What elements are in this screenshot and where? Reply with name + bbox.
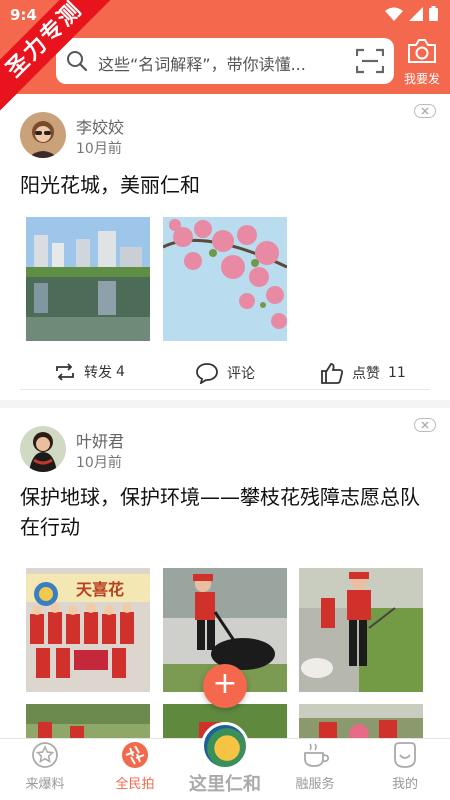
avatar[interactable] (20, 112, 66, 158)
wifi-icon (385, 7, 403, 21)
feed-list[interactable]: 李姣姣 10月前 阳光花城，美丽仁和 转发 4 评论 点赞 11 叶妍君 10月… (0, 94, 450, 738)
coffee-cup-icon (304, 743, 330, 767)
star-badge-icon (32, 742, 58, 768)
post-time: 10月前 (76, 455, 122, 471)
close-icon[interactable] (414, 418, 436, 432)
camera-icon (408, 39, 436, 63)
nav-label: 这里仁和 (189, 774, 261, 795)
thumbs-up-icon (321, 363, 344, 384)
battery-icon (429, 6, 438, 21)
like-button[interactable]: 点赞 11 (320, 362, 406, 384)
nav-item-snapshot[interactable]: 全民拍 (90, 739, 180, 800)
nav-item-mine[interactable]: 我的 (360, 739, 450, 800)
add-post-button[interactable]: + (203, 664, 247, 708)
author-name[interactable]: 叶妍君 (76, 428, 124, 452)
nav-item-report[interactable]: 来爆料 (0, 739, 90, 800)
search-icon (67, 51, 88, 72)
nav-item-services[interactable]: 融服务 (270, 739, 360, 800)
signal-icon (409, 6, 423, 21)
nav-label: 我的 (391, 777, 418, 792)
search-placeholder: 这些“名词解释”，带你读懂... (98, 55, 306, 74)
comment-label: 评论 (227, 366, 255, 382)
share-button[interactable]: 转发 4 (54, 362, 125, 382)
smile-face-icon (394, 742, 416, 768)
post-photo[interactable] (26, 217, 150, 341)
like-count: 11 (388, 365, 406, 381)
comment-button[interactable]: 评论 (195, 362, 255, 384)
avatar[interactable] (20, 426, 66, 472)
post-title[interactable]: 保护地球，保护环境——攀枝花残障志愿总队在行动 (20, 482, 430, 542)
repost-icon (56, 363, 74, 381)
nav-label: 融服务 (295, 777, 335, 792)
post-button-label: 我要发 (403, 72, 440, 86)
nav-label: 来爆料 (25, 777, 65, 792)
like-label: 点赞 (352, 366, 380, 382)
shutter-icon (122, 742, 148, 768)
share-count: 4 (116, 364, 125, 380)
author-name[interactable]: 李姣姣 (76, 114, 124, 138)
status-icons (385, 6, 438, 21)
post-photo[interactable]: 天喜花 (26, 568, 150, 692)
post-photo[interactable] (299, 704, 423, 738)
nav-label: 全民拍 (115, 777, 155, 792)
logo-icon[interactable] (201, 722, 249, 770)
share-label: 转发 (84, 365, 112, 381)
post-time: 10月前 (76, 141, 122, 157)
post-photo[interactable] (26, 704, 150, 738)
search-input[interactable]: 这些“名词解释”，带你读懂... (56, 38, 394, 84)
post-photo[interactable] (299, 568, 423, 692)
post-card[interactable]: 李姣姣 10月前 阳光花城，美丽仁和 转发 4 评论 点赞 11 (0, 94, 450, 400)
post-title[interactable]: 阳光花城，美丽仁和 (20, 170, 200, 200)
photo-banner-text: 天喜花 (76, 580, 124, 599)
scan-icon[interactable] (356, 48, 384, 74)
close-icon[interactable] (414, 104, 436, 118)
comment-icon (196, 363, 218, 384)
post-button[interactable]: 我要发 (400, 38, 444, 90)
post-photo[interactable] (163, 217, 287, 341)
status-time: 9:4 (10, 6, 37, 24)
post-actions: 转发 4 评论 点赞 11 (20, 358, 430, 390)
